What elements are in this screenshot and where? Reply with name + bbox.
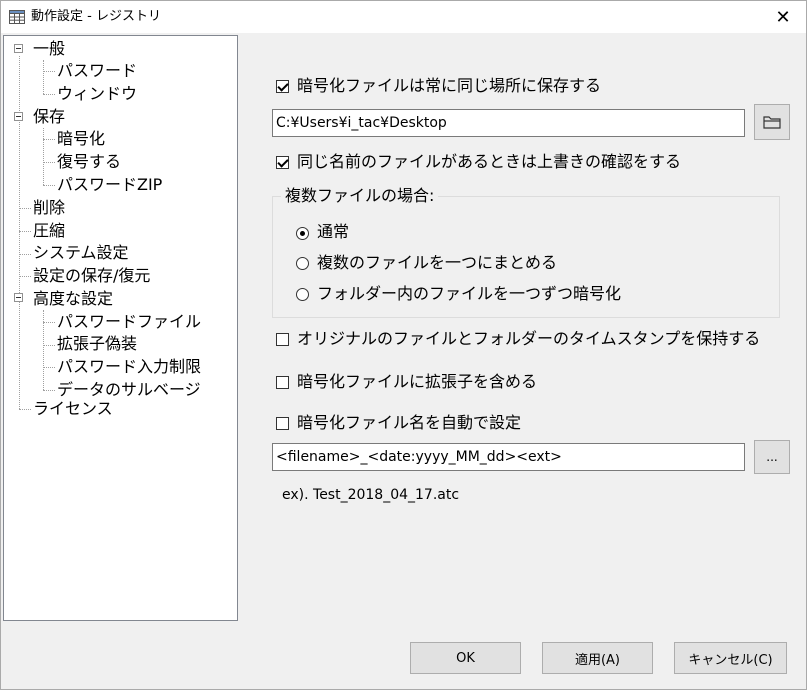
radio-encrypt-each[interactable]: [296, 288, 309, 301]
tree-item-save[interactable]: 保存: [33, 106, 65, 128]
radio-merge-files[interactable]: [296, 257, 309, 270]
tree-line: [19, 208, 31, 209]
tree-line: [43, 139, 55, 140]
tree-item-password-file[interactable]: パスワードファイル: [57, 311, 201, 333]
filename-format-more-button[interactable]: ...: [754, 440, 790, 474]
settings-tree[interactable]: 一般 パスワード ウィンドウ 保存 暗号化 復号する パスワードZIP 削除 圧…: [3, 35, 238, 621]
tree-line: [43, 94, 55, 95]
confirm-overwrite-label[interactable]: 同じ名前のファイルがあるときは上書きの確認をする: [297, 151, 681, 173]
tree-line: [19, 231, 31, 232]
tree-line: [19, 56, 20, 409]
settings-window: 動作設定 - レジストリ ✕ 一般 パスワード ウィンドウ 保存 暗号化 復号す…: [0, 0, 807, 690]
app-grid-icon: [9, 10, 25, 24]
save-same-place-checkbox[interactable]: [276, 80, 289, 93]
tree-line: [43, 367, 55, 368]
window-title: 動作設定 - レジストリ: [31, 9, 161, 24]
tree-item-window[interactable]: ウィンドウ: [57, 83, 137, 105]
tree-line: [19, 276, 31, 277]
save-path-input[interactable]: C:¥Users¥i_tac¥Desktop: [272, 109, 745, 137]
tree-line: [43, 322, 55, 323]
tree-line: [43, 128, 44, 185]
collapse-icon[interactable]: [14, 112, 23, 121]
save-same-place-label[interactable]: 暗号化ファイルは常に同じ場所に保存する: [297, 75, 601, 97]
tree-item-general[interactable]: 一般: [33, 38, 65, 60]
filename-format-input[interactable]: <filename>_<date:yyyy_MM_dd><ext>: [272, 443, 745, 471]
multiple-files-group-label: 複数ファイルの場合:: [281, 185, 439, 207]
tree-line: [43, 185, 55, 186]
close-button[interactable]: ✕: [760, 1, 806, 33]
tree-item-extension-camouflage[interactable]: 拡張子偽装: [57, 333, 137, 355]
tree-line: [43, 162, 55, 163]
tree-item-password[interactable]: パスワード: [57, 60, 137, 82]
tree-item-license[interactable]: ライセンス: [33, 398, 113, 420]
browse-folder-button[interactable]: [754, 104, 790, 140]
radio-encrypt-each-label[interactable]: フォルダー内のファイルを一つずつ暗号化: [317, 283, 621, 305]
cancel-button[interactable]: キャンセル(C): [674, 642, 787, 674]
title-bar: 動作設定 - レジストリ ✕: [1, 1, 806, 33]
auto-filename-checkbox[interactable]: [276, 417, 289, 430]
tree-item-compress[interactable]: 圧縮: [33, 220, 65, 242]
tree-line: [19, 409, 31, 410]
confirm-overwrite-checkbox[interactable]: [276, 156, 289, 169]
keep-timestamp-label[interactable]: オリジナルのファイルとフォルダーのタイムスタンプを保持する: [297, 328, 760, 350]
include-extension-label[interactable]: 暗号化ファイルに拡張子を含める: [297, 371, 537, 393]
auto-filename-label[interactable]: 暗号化ファイル名を自動で設定: [297, 412, 521, 434]
tree-line: [43, 71, 55, 72]
ok-button[interactable]: OK: [410, 642, 521, 674]
tree-line: [43, 345, 55, 346]
collapse-icon[interactable]: [14, 44, 23, 53]
include-extension-checkbox[interactable]: [276, 376, 289, 389]
radio-normal[interactable]: [296, 227, 309, 240]
more-button-label: ...: [766, 450, 778, 464]
tree-item-advanced[interactable]: 高度な設定: [33, 288, 113, 310]
tree-line: [19, 254, 31, 255]
radio-normal-label[interactable]: 通常: [317, 221, 349, 243]
tree-item-encrypt[interactable]: 暗号化: [57, 128, 105, 150]
collapse-icon[interactable]: [14, 293, 23, 302]
filename-example: ex). Test_2018_04_17.atc: [282, 487, 460, 503]
tree-item-decrypt[interactable]: 復号する: [57, 151, 121, 173]
tree-item-system-settings[interactable]: システム設定: [33, 242, 129, 264]
radio-merge-files-label[interactable]: 複数のファイルを一つにまとめる: [317, 252, 557, 274]
folder-icon: [763, 116, 781, 129]
apply-button[interactable]: 適用(A): [542, 642, 653, 674]
tree-item-delete[interactable]: 削除: [33, 197, 65, 219]
keep-timestamp-checkbox[interactable]: [276, 333, 289, 346]
tree-item-password-zip[interactable]: パスワードZIP: [57, 174, 162, 196]
tree-line: [43, 60, 44, 94]
close-icon: ✕: [775, 6, 791, 28]
tree-item-backup-restore[interactable]: 設定の保存/復元: [33, 265, 150, 287]
tree-item-password-input-limit[interactable]: パスワード入力制限: [57, 356, 201, 378]
tree-line: [43, 390, 55, 391]
